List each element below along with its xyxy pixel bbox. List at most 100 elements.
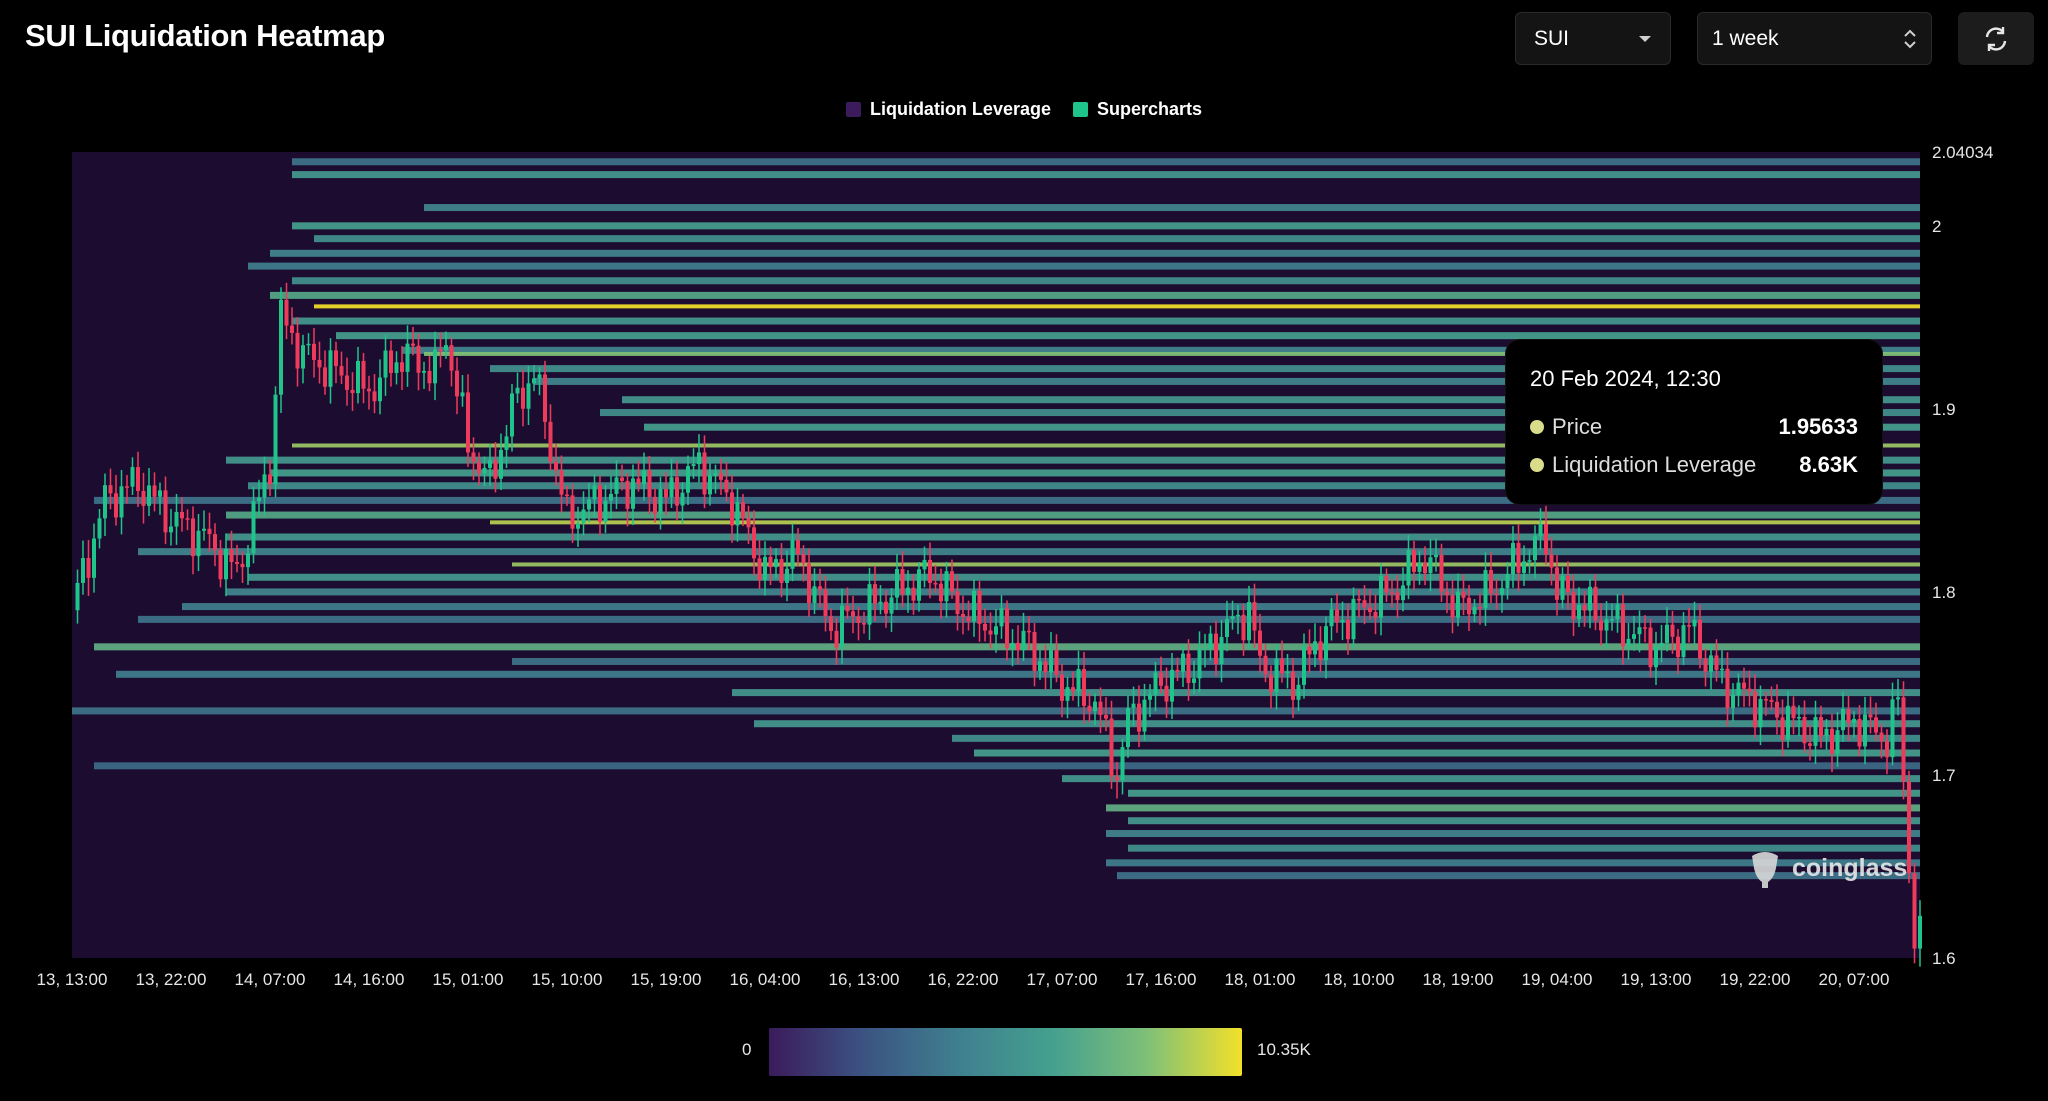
- candle-body: [917, 569, 921, 601]
- candle-body: [1324, 626, 1328, 661]
- candle-body: [1874, 717, 1878, 733]
- heat-band: [490, 520, 1920, 525]
- candle-body: [196, 530, 201, 557]
- candle-body: [1412, 550, 1416, 572]
- colorbar-min-label: 0: [742, 1040, 752, 1059]
- candle-body: [1065, 687, 1070, 701]
- candle-body: [1571, 592, 1576, 620]
- candle-body: [1164, 685, 1169, 702]
- candle-body: [334, 350, 338, 367]
- candle-body: [361, 360, 366, 389]
- candle-body: [1692, 619, 1697, 627]
- candle-body: [1005, 608, 1009, 648]
- candle-body: [130, 467, 135, 487]
- candle-body: [570, 495, 575, 529]
- candle-body: [1643, 627, 1647, 629]
- heat-band: [226, 511, 1920, 519]
- candle-body: [1159, 672, 1163, 686]
- candle-body: [554, 461, 558, 471]
- candle-body: [1753, 691, 1757, 728]
- candle-body: [1120, 747, 1125, 781]
- candle-body: [834, 630, 839, 648]
- candle-body: [1357, 598, 1361, 601]
- candle-body: [1588, 586, 1592, 611]
- candle-body: [1280, 658, 1284, 674]
- colorbar[interactable]: [769, 1028, 1242, 1076]
- candle-body: [306, 343, 311, 346]
- candle-body: [521, 387, 525, 409]
- candle-body: [933, 582, 938, 585]
- candle-body: [460, 392, 465, 397]
- candle-body: [504, 436, 509, 450]
- candle-body: [1637, 627, 1642, 635]
- candle-body: [235, 561, 239, 564]
- candle-body: [268, 474, 272, 485]
- candle-body: [928, 559, 932, 583]
- candle-body: [642, 470, 646, 484]
- candle-body: [1918, 915, 1922, 949]
- candle-body: [317, 359, 322, 368]
- candle-body: [1236, 614, 1240, 617]
- candle-body: [911, 587, 916, 601]
- candle-body: [1582, 605, 1587, 611]
- candle-body: [1175, 669, 1180, 672]
- y-tick-label: 2.04034: [1932, 143, 1993, 162]
- candle-body: [1835, 730, 1840, 754]
- candle-body: [1676, 636, 1680, 658]
- candle-body: [1252, 602, 1257, 631]
- candle: [1901, 681, 1906, 800]
- heat-band: [314, 304, 1920, 309]
- x-tick-label: 15, 10:00: [532, 970, 603, 989]
- x-tick-label: 19, 04:00: [1522, 970, 1593, 989]
- candle-body: [1329, 609, 1334, 627]
- candle-body: [103, 485, 107, 519]
- candle-body: [1813, 717, 1818, 746]
- candle-body: [1109, 718, 1114, 777]
- candle-body: [1632, 634, 1636, 639]
- candle-body: [1511, 542, 1515, 575]
- candle-body: [988, 630, 993, 635]
- candle-body: [229, 549, 234, 562]
- candle-body: [1032, 631, 1037, 671]
- candle-body: [543, 374, 547, 422]
- candle-body: [1780, 717, 1785, 740]
- heat-band: [72, 707, 1920, 715]
- heat-band: [424, 204, 1920, 212]
- candle-body: [686, 466, 690, 493]
- heatmap-chart[interactable]: 1.61.71.81.922.04034 13, 13:00 13, 22:00 1…: [0, 0, 2048, 1101]
- candle-body: [1219, 637, 1224, 664]
- candle-body: [1170, 669, 1174, 702]
- candle-body: [1247, 602, 1251, 641]
- candle-body: [1186, 653, 1191, 683]
- heat-band: [292, 277, 1920, 285]
- heat-band: [94, 762, 1920, 770]
- candle-body: [625, 480, 630, 509]
- candle-body: [763, 556, 767, 581]
- candle-body: [191, 518, 195, 557]
- y-tick-label: 1.6: [1932, 949, 1956, 968]
- candle-body: [1027, 630, 1031, 633]
- tooltip-dot-icon: [1530, 458, 1544, 472]
- candle-body: [1351, 598, 1356, 640]
- candle: [273, 386, 278, 498]
- candle-body: [950, 571, 954, 592]
- heat-band: [270, 291, 1920, 299]
- tooltip-title: 20 Feb 2024, 12:30: [1530, 366, 1721, 391]
- candle-body: [1544, 524, 1548, 555]
- y-tick-label: 1.8: [1932, 583, 1956, 602]
- tooltip-leverage-label: Liquidation Leverage: [1552, 452, 1757, 477]
- candle-body: [1461, 591, 1466, 598]
- candle-body: [449, 345, 454, 371]
- candle-body: [1131, 703, 1136, 708]
- candle-body: [587, 499, 591, 510]
- candle-body: [1269, 674, 1273, 693]
- candle-body: [812, 586, 817, 604]
- candle-body: [1104, 714, 1108, 719]
- y-tick-label: 1.9: [1932, 400, 1956, 419]
- tooltip-row-price: Price 1.95633: [1530, 414, 1858, 440]
- candle-body: [735, 502, 740, 526]
- candle-body: [1758, 699, 1763, 728]
- x-tick-label: 16, 13:00: [829, 970, 900, 989]
- heat-band: [248, 573, 1920, 581]
- candle-body: [328, 350, 333, 387]
